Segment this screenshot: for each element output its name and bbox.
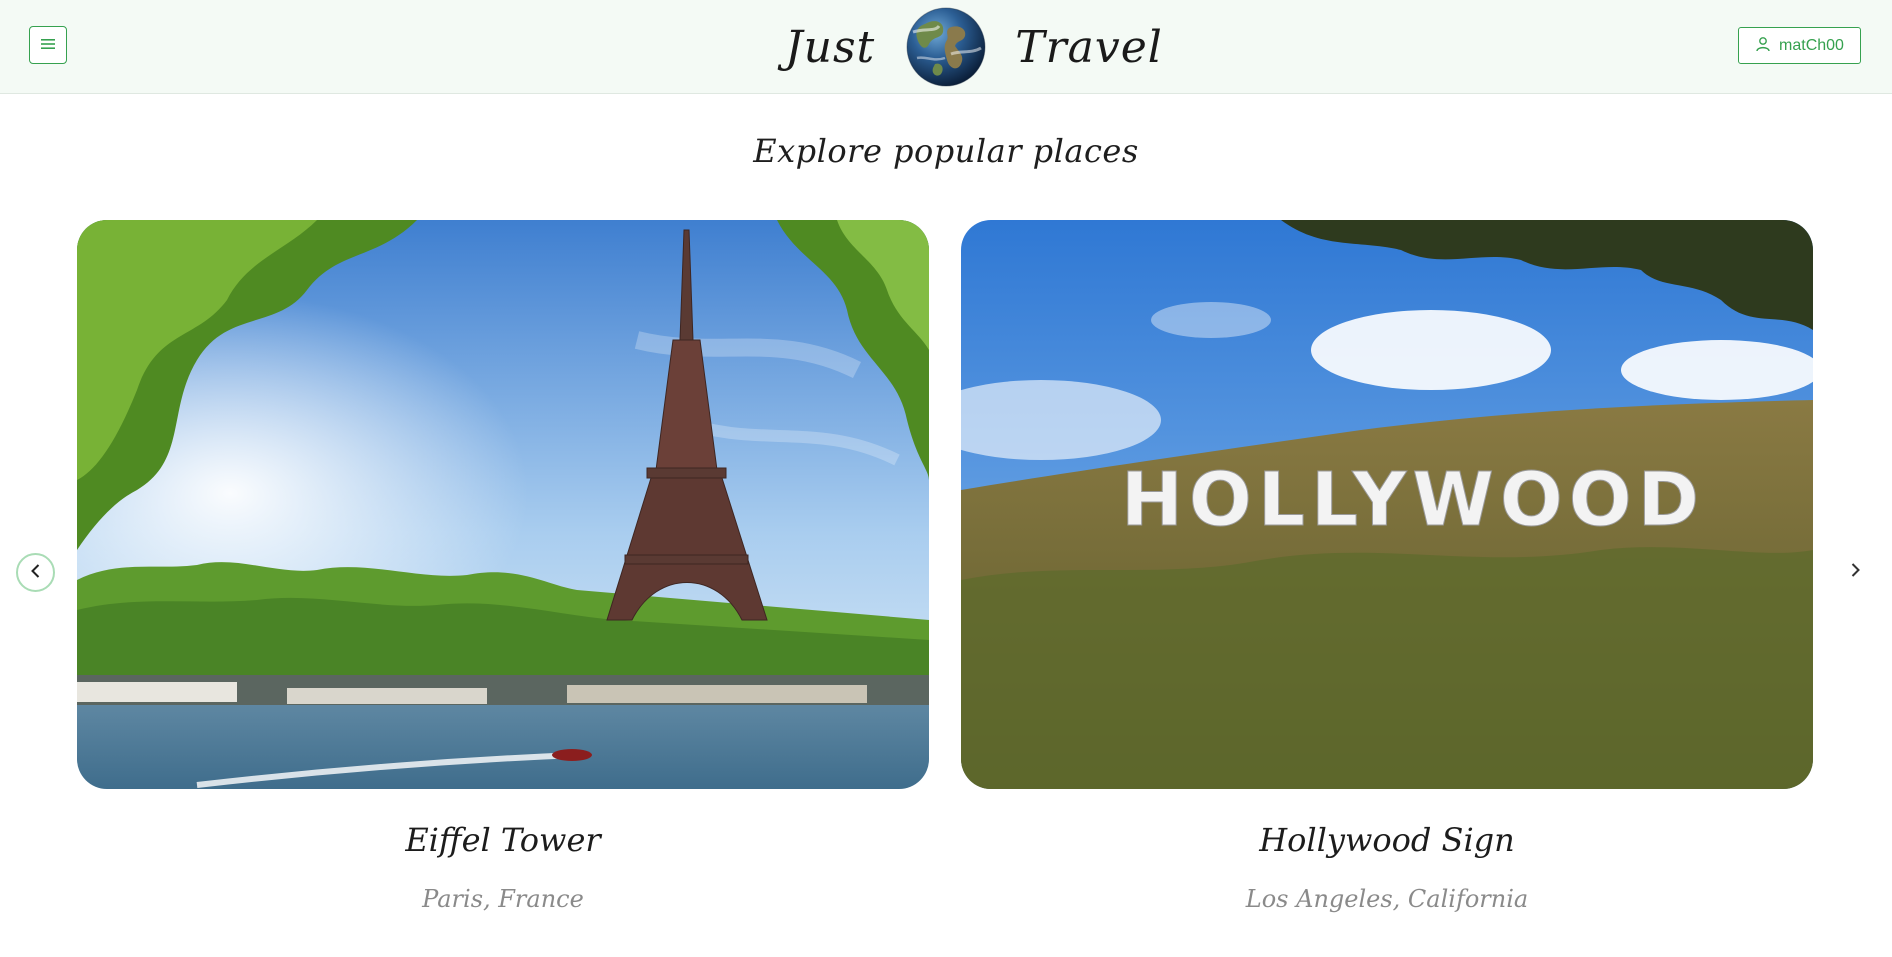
carousel-prev-button[interactable] [16,553,55,592]
card-subtitle: Los Angeles, California [1245,885,1529,913]
hollywood-sign-text: HOLLYWOOD [1121,457,1705,543]
brand-text-left: Just [785,21,876,73]
place-card[interactable]: HOLLYWOOD Hollywood Sign Los Angeles, Ca… [961,220,1813,913]
eiffel-tower-image[interactable] [77,220,929,789]
menu-button[interactable] [29,26,67,64]
brand-text-right: Travel [1015,21,1163,73]
carousel-next-button[interactable] [1840,557,1870,587]
user-icon [1755,36,1771,56]
chevron-right-icon [1848,562,1862,582]
chevron-left-icon [29,563,43,583]
globe-icon [905,6,987,88]
card-title: Hollywood Sign [1259,821,1515,859]
card-title: Eiffel Tower [405,821,601,859]
hollywood-sign-image[interactable]: HOLLYWOOD [961,220,1813,789]
hamburger-menu-icon [40,36,56,55]
place-card[interactable]: Eiffel Tower Paris, France [77,220,929,913]
user-account-button[interactable]: matCh00 [1738,27,1861,64]
username-label: matCh00 [1779,36,1844,54]
section-title: Explore popular places [753,132,1139,170]
top-navbar: Just Travel matCh00 [0,0,1892,94]
brand-logo[interactable]: Just Travel [785,4,1163,90]
card-subtitle: Paris, France [422,885,584,913]
